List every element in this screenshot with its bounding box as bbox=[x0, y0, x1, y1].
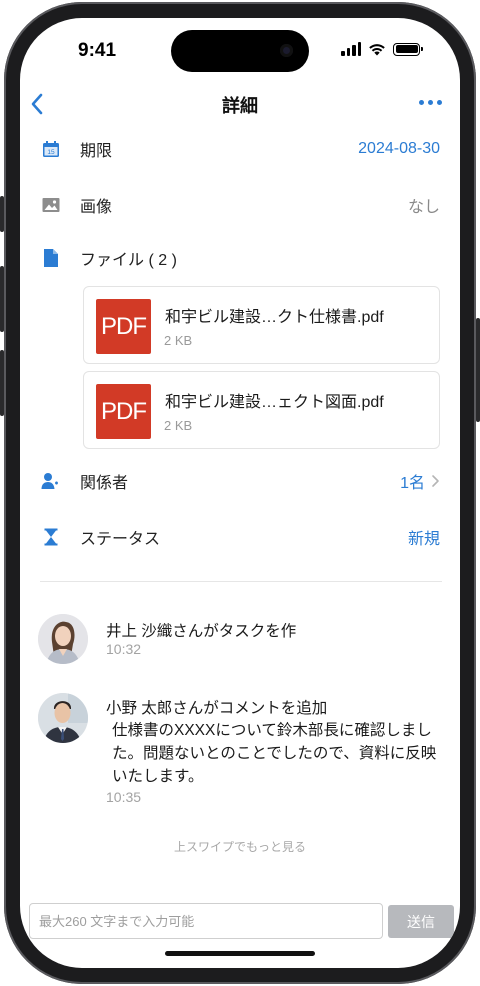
more-dot-icon bbox=[419, 100, 424, 105]
phone-frame: 9:41 詳細 15 期限 2024-08-30 画像 なし ファイル (2 … bbox=[0, 0, 480, 986]
deadline-label: 期限 bbox=[80, 143, 113, 160]
power-button bbox=[476, 318, 480, 422]
status-icons bbox=[341, 42, 423, 56]
page-title: 詳細 bbox=[222, 96, 258, 116]
battery-icon bbox=[393, 42, 423, 56]
action-button bbox=[0, 196, 4, 232]
pdf-file-icon: PDF bbox=[96, 384, 151, 439]
activity-title: 井上 沙織さんがタスクを作 bbox=[106, 623, 297, 640]
svg-text:15: 15 bbox=[47, 149, 55, 156]
image-label: 画像 bbox=[80, 199, 113, 216]
members-row[interactable]: 関係者 1名 bbox=[20, 463, 460, 499]
members-label: 関係者 bbox=[80, 475, 129, 492]
deadline-value: 2024-08-30 bbox=[358, 140, 440, 157]
hourglass-icon bbox=[41, 527, 61, 547]
comment-bar: 送信 bbox=[20, 901, 460, 941]
chevron-right-icon bbox=[432, 475, 439, 487]
more-dot-icon bbox=[437, 100, 442, 105]
deadline-row[interactable]: 15 期限 2024-08-30 bbox=[20, 131, 460, 167]
file-name: 和宇ビル建設…ェクト図面.pdf bbox=[165, 394, 384, 411]
image-icon bbox=[41, 195, 61, 215]
files-row: ファイル ( 2 ) bbox=[20, 240, 460, 276]
files-label: ファイル ( 2 ) bbox=[80, 252, 177, 269]
file-name: 和宇ビル建設…クト仕様書.pdf bbox=[165, 309, 384, 326]
members-count: 1名 bbox=[400, 475, 425, 492]
image-row: 画像 なし bbox=[20, 187, 460, 223]
divider bbox=[40, 581, 442, 582]
swipe-up-hint: 上スワイプでもっと見る bbox=[173, 840, 306, 854]
calendar-icon: 15 bbox=[41, 139, 61, 159]
more-options-button[interactable] bbox=[419, 100, 442, 105]
activity-time: 10:32 bbox=[106, 641, 142, 657]
app-screen: 9:41 詳細 15 期限 2024-08-30 画像 なし ファイル (2 … bbox=[20, 18, 460, 968]
members-value: 1名 bbox=[400, 469, 440, 493]
comment-input[interactable] bbox=[29, 903, 383, 939]
status-row[interactable]: ステータス 新規 bbox=[20, 519, 460, 555]
file-size: 2 KB bbox=[164, 333, 193, 348]
status-time: 9:41 bbox=[78, 40, 117, 61]
dynamic-island bbox=[171, 30, 309, 72]
wifi-icon bbox=[369, 44, 385, 56]
file-card[interactable]: PDF 和宇ビル建設…ェクト図面.pdf 2 KB bbox=[83, 371, 440, 449]
status-bar: 9:41 bbox=[20, 18, 460, 80]
image-value: なし bbox=[407, 199, 440, 216]
send-button[interactable]: 送信 bbox=[388, 905, 454, 938]
activity-title: 小野 太郎さんがコメントを追加 bbox=[106, 700, 328, 717]
person-icon bbox=[41, 471, 61, 491]
camera-icon bbox=[280, 44, 293, 57]
file-size: 2 KB bbox=[164, 418, 193, 433]
pdf-file-icon: PDF bbox=[96, 299, 151, 354]
avatar bbox=[38, 614, 88, 664]
volume-down-button bbox=[0, 350, 4, 416]
volume-up-button bbox=[0, 266, 4, 332]
home-indicator[interactable] bbox=[165, 951, 315, 956]
nav-bar: 詳細 bbox=[20, 88, 460, 120]
more-dot-icon bbox=[428, 100, 433, 105]
status-label: ステータス bbox=[80, 531, 161, 548]
activity-comment: 仕様書のXXXXについて鈴木部長に確認しました。問題ないとのことでしたので、資料… bbox=[112, 722, 437, 785]
avatar bbox=[38, 693, 88, 743]
activity-time: 10:35 bbox=[106, 789, 142, 805]
file-icon bbox=[41, 248, 61, 268]
status-value: 新規 bbox=[407, 531, 440, 548]
file-card[interactable]: PDF 和宇ビル建設…クト仕様書.pdf 2 KB bbox=[83, 286, 440, 364]
cellular-signal-icon bbox=[341, 42, 361, 56]
